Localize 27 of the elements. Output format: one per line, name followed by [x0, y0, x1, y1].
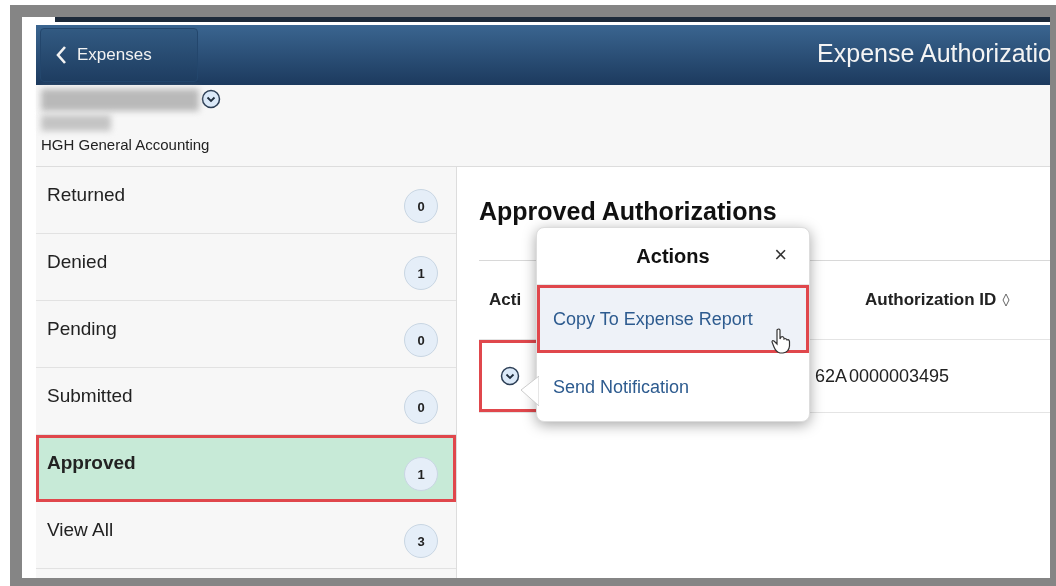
menu-item[interactable]: Send Notification [537, 353, 809, 421]
count-badge: 1 [404, 457, 438, 491]
count-badge: 0 [404, 323, 438, 357]
count-badge: 0 [404, 390, 438, 424]
count-badge: 1 [404, 256, 438, 290]
back-icon [55, 45, 67, 65]
sidebar-item[interactable]: Denied 1 [36, 234, 456, 301]
row-actions-icon[interactable] [500, 366, 520, 386]
menu-item[interactable]: Copy To Expense Report [537, 285, 809, 353]
page-title: Expense Authorizatio [817, 39, 1050, 68]
popup-title: Actions [636, 244, 710, 268]
section-heading: Approved Authorizations [479, 197, 778, 226]
back-button[interactable]: Expenses [40, 28, 198, 82]
sidebar-item[interactable]: Approved 1 [36, 435, 456, 502]
organization-label: HGH General Accounting [41, 136, 211, 153]
count-badge: 0 [404, 189, 438, 223]
sidebar-item[interactable]: Pending 0 [36, 301, 456, 368]
dropdown-icon[interactable] [201, 89, 221, 109]
count-badge: 3 [404, 524, 438, 558]
sort-icon [1002, 293, 1011, 307]
close-button[interactable]: × [774, 242, 787, 268]
column-header: Acti [488, 290, 523, 310]
pointer-cursor-icon [771, 328, 791, 354]
table-cell: 0000003495 [849, 365, 950, 387]
sidebar-item[interactable]: View All 3 [36, 502, 456, 569]
column-header[interactable]: Authorization ID [865, 290, 1011, 310]
sidebar-item[interactable]: Returned 0 [36, 167, 456, 234]
